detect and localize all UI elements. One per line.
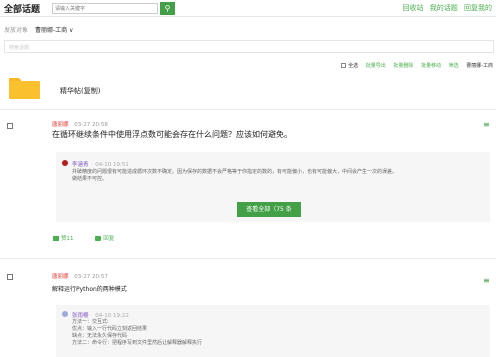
answer-line: 缺点：无法永久保存代码: [72, 333, 128, 339]
post-checkbox[interactable]: [7, 274, 13, 280]
folder-name[interactable]: 精华帖(复制): [60, 86, 100, 96]
folder-icon[interactable]: [9, 78, 40, 99]
post-checkbox[interactable]: [7, 123, 13, 129]
post-time: 03-27 20:58: [74, 122, 108, 128]
answer-line: 方法一：交互式:: [72, 319, 109, 325]
menu-icon[interactable]: ≡: [483, 277, 490, 285]
post-author[interactable]: 唐丽娜: [52, 122, 69, 128]
answer-time: 04-10 19:51: [95, 162, 129, 168]
select-all-checkbox[interactable]: 全选: [341, 63, 358, 69]
answer-line: 优点：输入一行代码立刻返回结果: [72, 326, 148, 332]
search-button[interactable]: ⚲: [160, 2, 175, 15]
answer-line: 并破精度的问题很有可能造成循环次数不确定。因为保存的数据不会严格等于你指定的数的…: [72, 169, 398, 175]
answer-text: 方法一：交互式: 优点：输入一行代码立刻返回结果 缺点：无法永久保存代码 方法二…: [72, 319, 484, 347]
search-input[interactable]: [52, 3, 158, 14]
filter-label: 发放对象: [4, 27, 29, 34]
topic-search-field[interactable]: 搜索话题: [4, 40, 494, 53]
batch-export-button[interactable]: 批量导出: [366, 63, 386, 69]
answer-author[interactable]: 李涵青: [72, 162, 89, 168]
post-author[interactable]: 唐丽娜: [52, 274, 69, 280]
thumbs-up-icon: [53, 236, 59, 241]
divider: [0, 258, 496, 259]
owner-select[interactable]: 曹丽娜-工商: [466, 63, 493, 69]
checkbox-icon: [341, 63, 347, 68]
batch-toolbar: 全选 批量导出 批量删除 批量移动 筛选 曹丽娜-工商: [335, 62, 493, 69]
recycle-bin-link[interactable]: 回收站: [403, 4, 424, 12]
menu-icon[interactable]: ≡: [483, 121, 490, 129]
filter-button[interactable]: 筛选: [449, 63, 459, 69]
answer-line: 方法二：命令行：把程序写到文件里然后让解释器解释执行: [72, 340, 203, 346]
batch-delete-button[interactable]: 批量删除: [393, 63, 413, 69]
divider: [0, 109, 496, 110]
my-topics-link[interactable]: 我的话题: [430, 4, 458, 12]
search-icon: ⚲: [164, 4, 171, 13]
post-meta: 唐丽娜 03-27 20:57: [52, 272, 108, 280]
replies-to-me-link[interactable]: 回复我的: [464, 4, 492, 12]
answer-text: 并破精度的问题很有可能造成循环次数不确定。因为保存的数据不会严格等于你指定的数的…: [72, 169, 484, 183]
comment-icon: [95, 236, 102, 241]
post-title[interactable]: 在循环继续条件中使用浮点数可能会存在什么问题？应该如何避免。: [52, 129, 292, 140]
batch-move-button[interactable]: 批量移动: [421, 63, 441, 69]
avatar: [62, 311, 68, 317]
select-all-label: 全选: [348, 63, 359, 69]
top-answer: 张雨樱 04-10 19:22 方法一：交互式: 优点：输入一行代码立刻返回结果…: [56, 305, 490, 357]
audience-select[interactable]: 曹丽娜-工商 ∨: [35, 27, 73, 34]
reply-label: 回复: [103, 236, 115, 242]
like-count: 赞11: [61, 236, 74, 242]
folder-body-shape: [9, 81, 40, 99]
view-all-button[interactable]: 查看全部（75 条: [237, 202, 301, 217]
answer-header: 张雨樱 04-10 19:22: [72, 311, 129, 319]
post-time: 03-27 20:57: [74, 274, 108, 280]
answer-line: 做结果不可控。: [72, 176, 108, 182]
audience-filter: 发放对象 曹丽娜-工商 ∨: [4, 25, 73, 34]
post-actions: 赞11 回复: [53, 234, 134, 242]
top-links: 回收站 我的话题 回复我的: [399, 3, 492, 13]
answer-header: 李涵青 04-10 19:51: [72, 160, 129, 168]
reply-button[interactable]: 回复: [95, 234, 114, 242]
post-meta: 唐丽娜 03-27 20:58: [52, 120, 108, 128]
page-title: 全部话题: [4, 5, 41, 15]
avatar: [62, 160, 68, 166]
like-button[interactable]: 赞11: [53, 234, 74, 242]
top-header: 全部话题 ⚲ 回收站 我的话题 回复我的: [0, 0, 496, 17]
post-title[interactable]: 解释运行Python的两种模式: [52, 284, 127, 293]
